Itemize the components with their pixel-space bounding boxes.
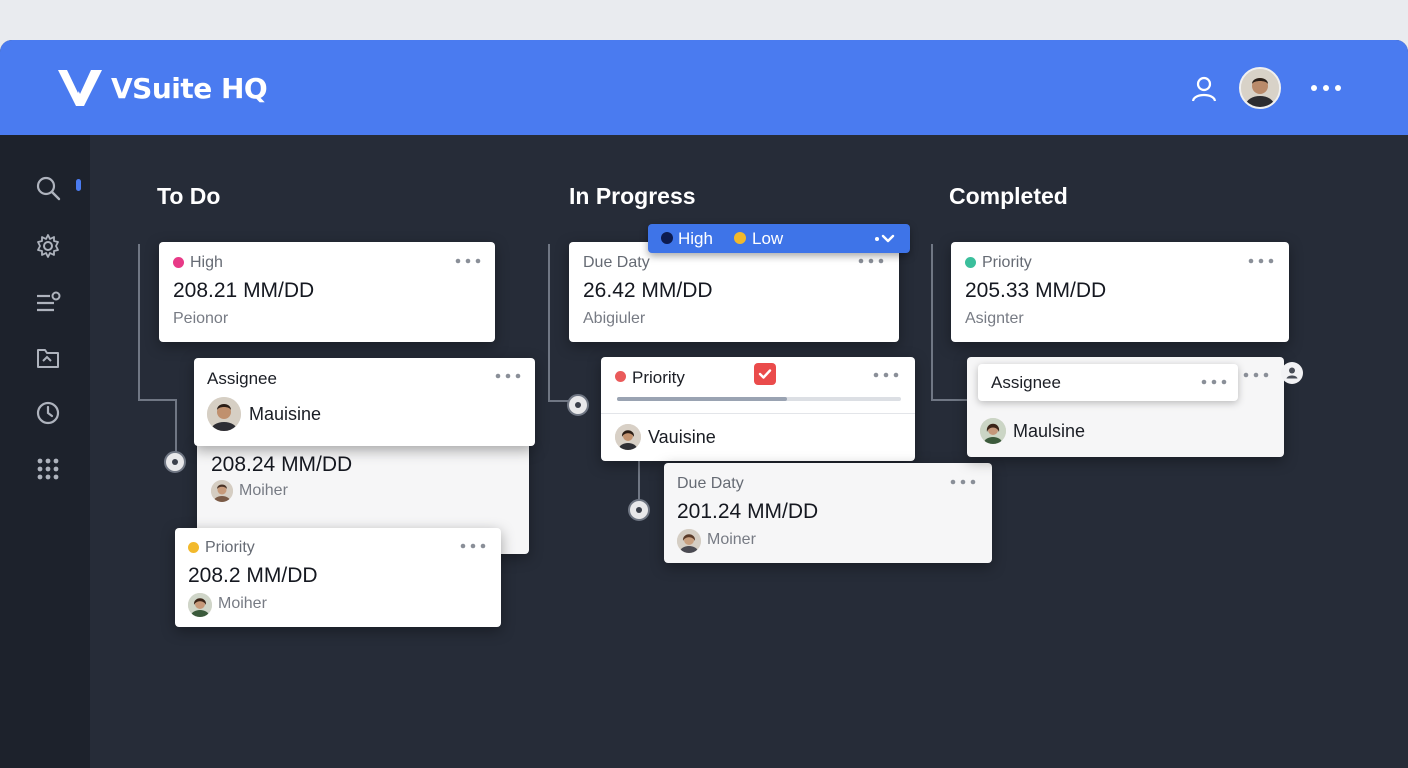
avatar (211, 480, 233, 502)
user-icon[interactable] (1188, 73, 1220, 105)
card-title: Assignee (207, 369, 277, 388)
folder-icon[interactable] (32, 342, 64, 374)
low-dot (734, 232, 746, 244)
task-card[interactable]: Due Daty 201.24 MM/DD Moiner (664, 463, 992, 563)
assignee-name: Moiher (218, 595, 267, 612)
connector-line (138, 244, 140, 401)
avatar (207, 397, 241, 431)
chevron-down-icon[interactable] (873, 232, 897, 246)
header-bar: VSuite HQ (0, 40, 1408, 135)
high-dot (661, 232, 673, 244)
more-icon[interactable] (949, 477, 977, 487)
checkbox-checked[interactable] (754, 363, 776, 385)
connector-node (628, 499, 650, 521)
more-icon[interactable] (454, 256, 482, 266)
priority-dot (965, 257, 976, 268)
card-subtext: Asignter (965, 310, 1024, 327)
settings-icon[interactable] (32, 230, 64, 262)
user-badge-icon[interactable] (1280, 361, 1304, 385)
app-title: VSuite HQ (111, 72, 268, 105)
more-icon[interactable] (872, 370, 900, 380)
priority-dot (615, 371, 626, 382)
assignee-name: Moiher (239, 482, 288, 499)
card-value: 201.24 MM/DD (677, 500, 819, 523)
card-subtext: Peionor (173, 310, 229, 327)
assignee-chip[interactable]: Assignee (978, 364, 1238, 401)
filter-option-high[interactable]: High (678, 229, 713, 249)
more-icon[interactable] (459, 541, 487, 551)
column-title-completed: Completed (949, 183, 1068, 209)
card-label: Priority (205, 539, 255, 556)
task-card[interactable]: Priority 205.33 MM/DD Asignter (951, 242, 1289, 342)
priority-dot (173, 257, 184, 268)
task-card[interactable]: Due Daty 26.42 MM/DD Abigiuler (569, 242, 899, 342)
connector-line (931, 399, 967, 401)
sidebar (0, 135, 90, 768)
list-filter-icon[interactable] (32, 287, 64, 319)
connector-line (138, 399, 176, 401)
card-value: 208.21 MM/DD (173, 279, 315, 302)
avatar (980, 418, 1006, 444)
search-icon[interactable] (32, 172, 64, 204)
more-icon[interactable] (1306, 77, 1346, 99)
task-card[interactable]: Priority 208.2 MM/DD Moiher (175, 528, 501, 627)
priority-filter-dropdown[interactable]: High Low (648, 224, 910, 253)
active-indicator (76, 179, 81, 191)
connector-line (175, 399, 177, 459)
more-icon[interactable] (494, 371, 522, 381)
card-title: Assignee (991, 373, 1061, 392)
avatar (188, 593, 212, 617)
more-icon[interactable] (1242, 370, 1270, 380)
avatar (677, 529, 701, 553)
column-title-in-progress: In Progress (569, 183, 696, 209)
card-label: Due Daty (677, 475, 744, 492)
assignee-card[interactable]: Assignee Mauisine (194, 358, 535, 446)
card-value: 26.42 MM/DD (583, 279, 713, 302)
card-label: High (190, 254, 223, 271)
connector-line (548, 244, 550, 402)
column-title-todo: To Do (157, 183, 221, 209)
assignee-name: Mauisine (249, 404, 322, 424)
app-window: VSuite HQ To Do In Progress Completed Hi… (0, 40, 1408, 768)
connector-node (164, 451, 186, 473)
more-icon[interactable] (857, 256, 885, 266)
vsuite-logo-icon (58, 70, 102, 106)
filter-option-low[interactable]: Low (752, 229, 783, 249)
card-value: 208.24 MM/DD (211, 453, 353, 476)
progress-fill (617, 397, 788, 401)
card-value: 205.33 MM/DD (965, 279, 1107, 302)
card-label: Due Daty (583, 254, 650, 271)
priority-card[interactable]: Priority Vauisine (601, 357, 915, 461)
card-label: Priority (982, 254, 1032, 271)
task-card[interactable]: High 208.21 MM/DD Peionor (159, 242, 495, 342)
card-label: Priority (632, 368, 685, 387)
progress-bar (617, 397, 901, 401)
connector-line (931, 244, 933, 401)
priority-dot (188, 542, 199, 553)
avatar (615, 424, 641, 450)
clock-icon[interactable] (32, 397, 64, 429)
avatar[interactable] (1239, 67, 1281, 109)
assignee-name: Moiner (707, 531, 756, 548)
card-subtext: Abigiuler (583, 310, 646, 327)
divider (601, 413, 915, 414)
assignee-name: Vauisine (648, 427, 716, 447)
more-icon[interactable] (1247, 256, 1275, 266)
card-value: 208.2 MM/DD (188, 564, 318, 587)
connector-node (567, 394, 589, 416)
more-icon[interactable] (1200, 377, 1228, 387)
grid-icon[interactable] (32, 453, 64, 485)
assignee-name: Maulsine (1013, 421, 1086, 441)
